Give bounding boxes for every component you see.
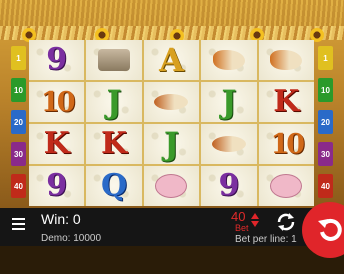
symbol-9: 9 xyxy=(46,42,68,77)
reel-cell: 10 xyxy=(29,82,85,122)
symbol-q: Q xyxy=(101,168,128,203)
symbol-a: A xyxy=(159,41,184,79)
cow-icon xyxy=(98,49,131,71)
reel-cell: 10 xyxy=(258,124,314,164)
symbol-10: 10 xyxy=(40,86,76,118)
symbol-j: J xyxy=(221,83,237,121)
reel-cell: 9 xyxy=(201,166,257,206)
win-display: Win: 0 xyxy=(41,211,81,227)
reel-cell: K xyxy=(86,124,142,164)
reel-cell: K xyxy=(258,82,314,122)
chicken-icon xyxy=(211,136,246,152)
reel-cell xyxy=(143,166,200,206)
symbol-9: 9 xyxy=(218,168,240,203)
reel-cell: 9 xyxy=(29,40,85,80)
menu-icon xyxy=(12,218,25,220)
reel-cell: J xyxy=(86,82,142,122)
paylines-right: 1 10 20 30 40 xyxy=(318,46,333,198)
reel-cell: 9 xyxy=(29,166,85,206)
payline-badge-30: 30 xyxy=(11,142,26,166)
symbol-j: J xyxy=(163,125,180,163)
symbol-j: J xyxy=(106,83,122,121)
payline-badge-30: 30 xyxy=(318,142,333,166)
bet-label: Bet xyxy=(235,223,249,233)
reel-cell xyxy=(201,124,257,164)
symbol-k: K xyxy=(273,84,300,119)
demo-balance: Demo: 10000 xyxy=(41,233,102,244)
bottom-bar xyxy=(0,246,344,274)
reel-cell xyxy=(86,40,142,80)
bet-up-icon[interactable] xyxy=(251,213,259,219)
bet-down-icon[interactable] xyxy=(251,221,259,227)
symbol-10: 10 xyxy=(270,128,306,160)
menu-button[interactable] xyxy=(12,218,25,230)
reel-cell xyxy=(143,82,200,122)
payline-badge-20: 20 xyxy=(318,110,333,134)
payline-badge-40: 40 xyxy=(11,174,26,198)
rooster-icon xyxy=(270,50,303,70)
symbol-k: K xyxy=(101,126,128,161)
payline-badge-40: 40 xyxy=(318,174,333,198)
symbol-9: 9 xyxy=(46,168,68,203)
reel-cell xyxy=(258,40,314,80)
pig-icon xyxy=(155,174,188,198)
reel-cell xyxy=(258,166,314,206)
bet-per-line: Bet per line: 1 xyxy=(235,234,297,245)
pig-icon xyxy=(270,174,303,198)
autospin-button[interactable] xyxy=(275,211,297,233)
reel-cell: A xyxy=(143,40,200,80)
reel-cell: Q xyxy=(86,166,142,206)
payline-badge-10: 10 xyxy=(318,78,333,102)
rooster-icon xyxy=(212,50,245,70)
paylines-left: 1 10 20 30 40 xyxy=(11,46,26,198)
reel-cell: K xyxy=(29,124,85,164)
symbol-k: K xyxy=(43,126,70,161)
payline-badge-1: 1 xyxy=(318,46,333,70)
bet-stepper[interactable] xyxy=(251,212,259,228)
payline-badge-1: 1 xyxy=(11,46,26,70)
bet-value: 40 xyxy=(231,209,246,224)
payline-badge-10: 10 xyxy=(11,78,26,102)
reel-cell xyxy=(201,40,257,80)
spin-icon xyxy=(318,218,342,241)
chicken-icon xyxy=(154,94,189,110)
reel-grid: 9 A 10 J J K K K J 10 9 Q 9 xyxy=(29,40,314,206)
reel-cell: J xyxy=(143,124,200,164)
game-area: 1 10 20 30 40 1 10 20 30 40 9 A 10 J J K K K J 10 9 Q 9 xyxy=(0,0,344,208)
payline-badge-20: 20 xyxy=(11,110,26,134)
reel-cell: J xyxy=(201,82,257,122)
